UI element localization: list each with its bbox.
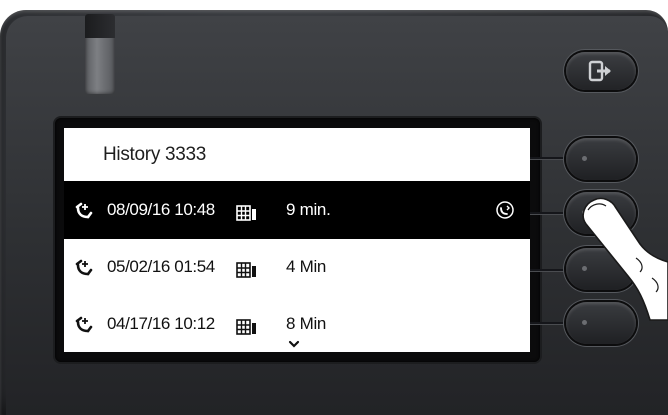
- entry-duration: 9 min.: [286, 200, 331, 219]
- outgoing-call-icon: [75, 259, 93, 276]
- pointing-finger-icon: [582, 197, 668, 321]
- page-title: History 3333: [103, 144, 207, 165]
- chevron-down-icon: [288, 340, 300, 348]
- entry-date: 08/09/16 10:48: [107, 200, 215, 219]
- entry-duration: 4 Min: [286, 257, 327, 276]
- handset-slot: [85, 14, 115, 94]
- title-row: History 3333: [64, 128, 530, 182]
- history-entry-2[interactable]: 05/02/16 01:54 4 Min: [64, 239, 530, 295]
- outgoing-call-icon: [75, 316, 93, 333]
- display-screen: History 3333 08/09/16 10:48 9 min. 05/02…: [64, 128, 530, 352]
- softkey-connector: [530, 157, 568, 159]
- history-entry-1[interactable]: 08/09/16 10:48 9 min.: [64, 181, 530, 239]
- softkey-connector: [530, 212, 568, 214]
- business-phonebook-icon: [236, 262, 256, 278]
- exit-arrow-icon: [588, 60, 611, 82]
- business-phonebook-icon: [236, 205, 256, 221]
- entry-duration: 8 Min: [286, 314, 327, 333]
- softkey-1[interactable]: [566, 138, 636, 180]
- softkey-led: [582, 320, 587, 325]
- entry-date: 05/02/16 01:54: [107, 257, 215, 276]
- softkey-connector: [530, 322, 568, 324]
- softkey-led: [582, 156, 587, 161]
- outgoing-call-icon: [75, 202, 93, 219]
- entry-date: 04/17/16 10:12: [107, 314, 215, 333]
- exit-button[interactable]: [566, 52, 636, 90]
- business-phonebook-icon: [236, 319, 256, 335]
- softkey-connector: [530, 269, 568, 271]
- recall-icon: [496, 201, 514, 219]
